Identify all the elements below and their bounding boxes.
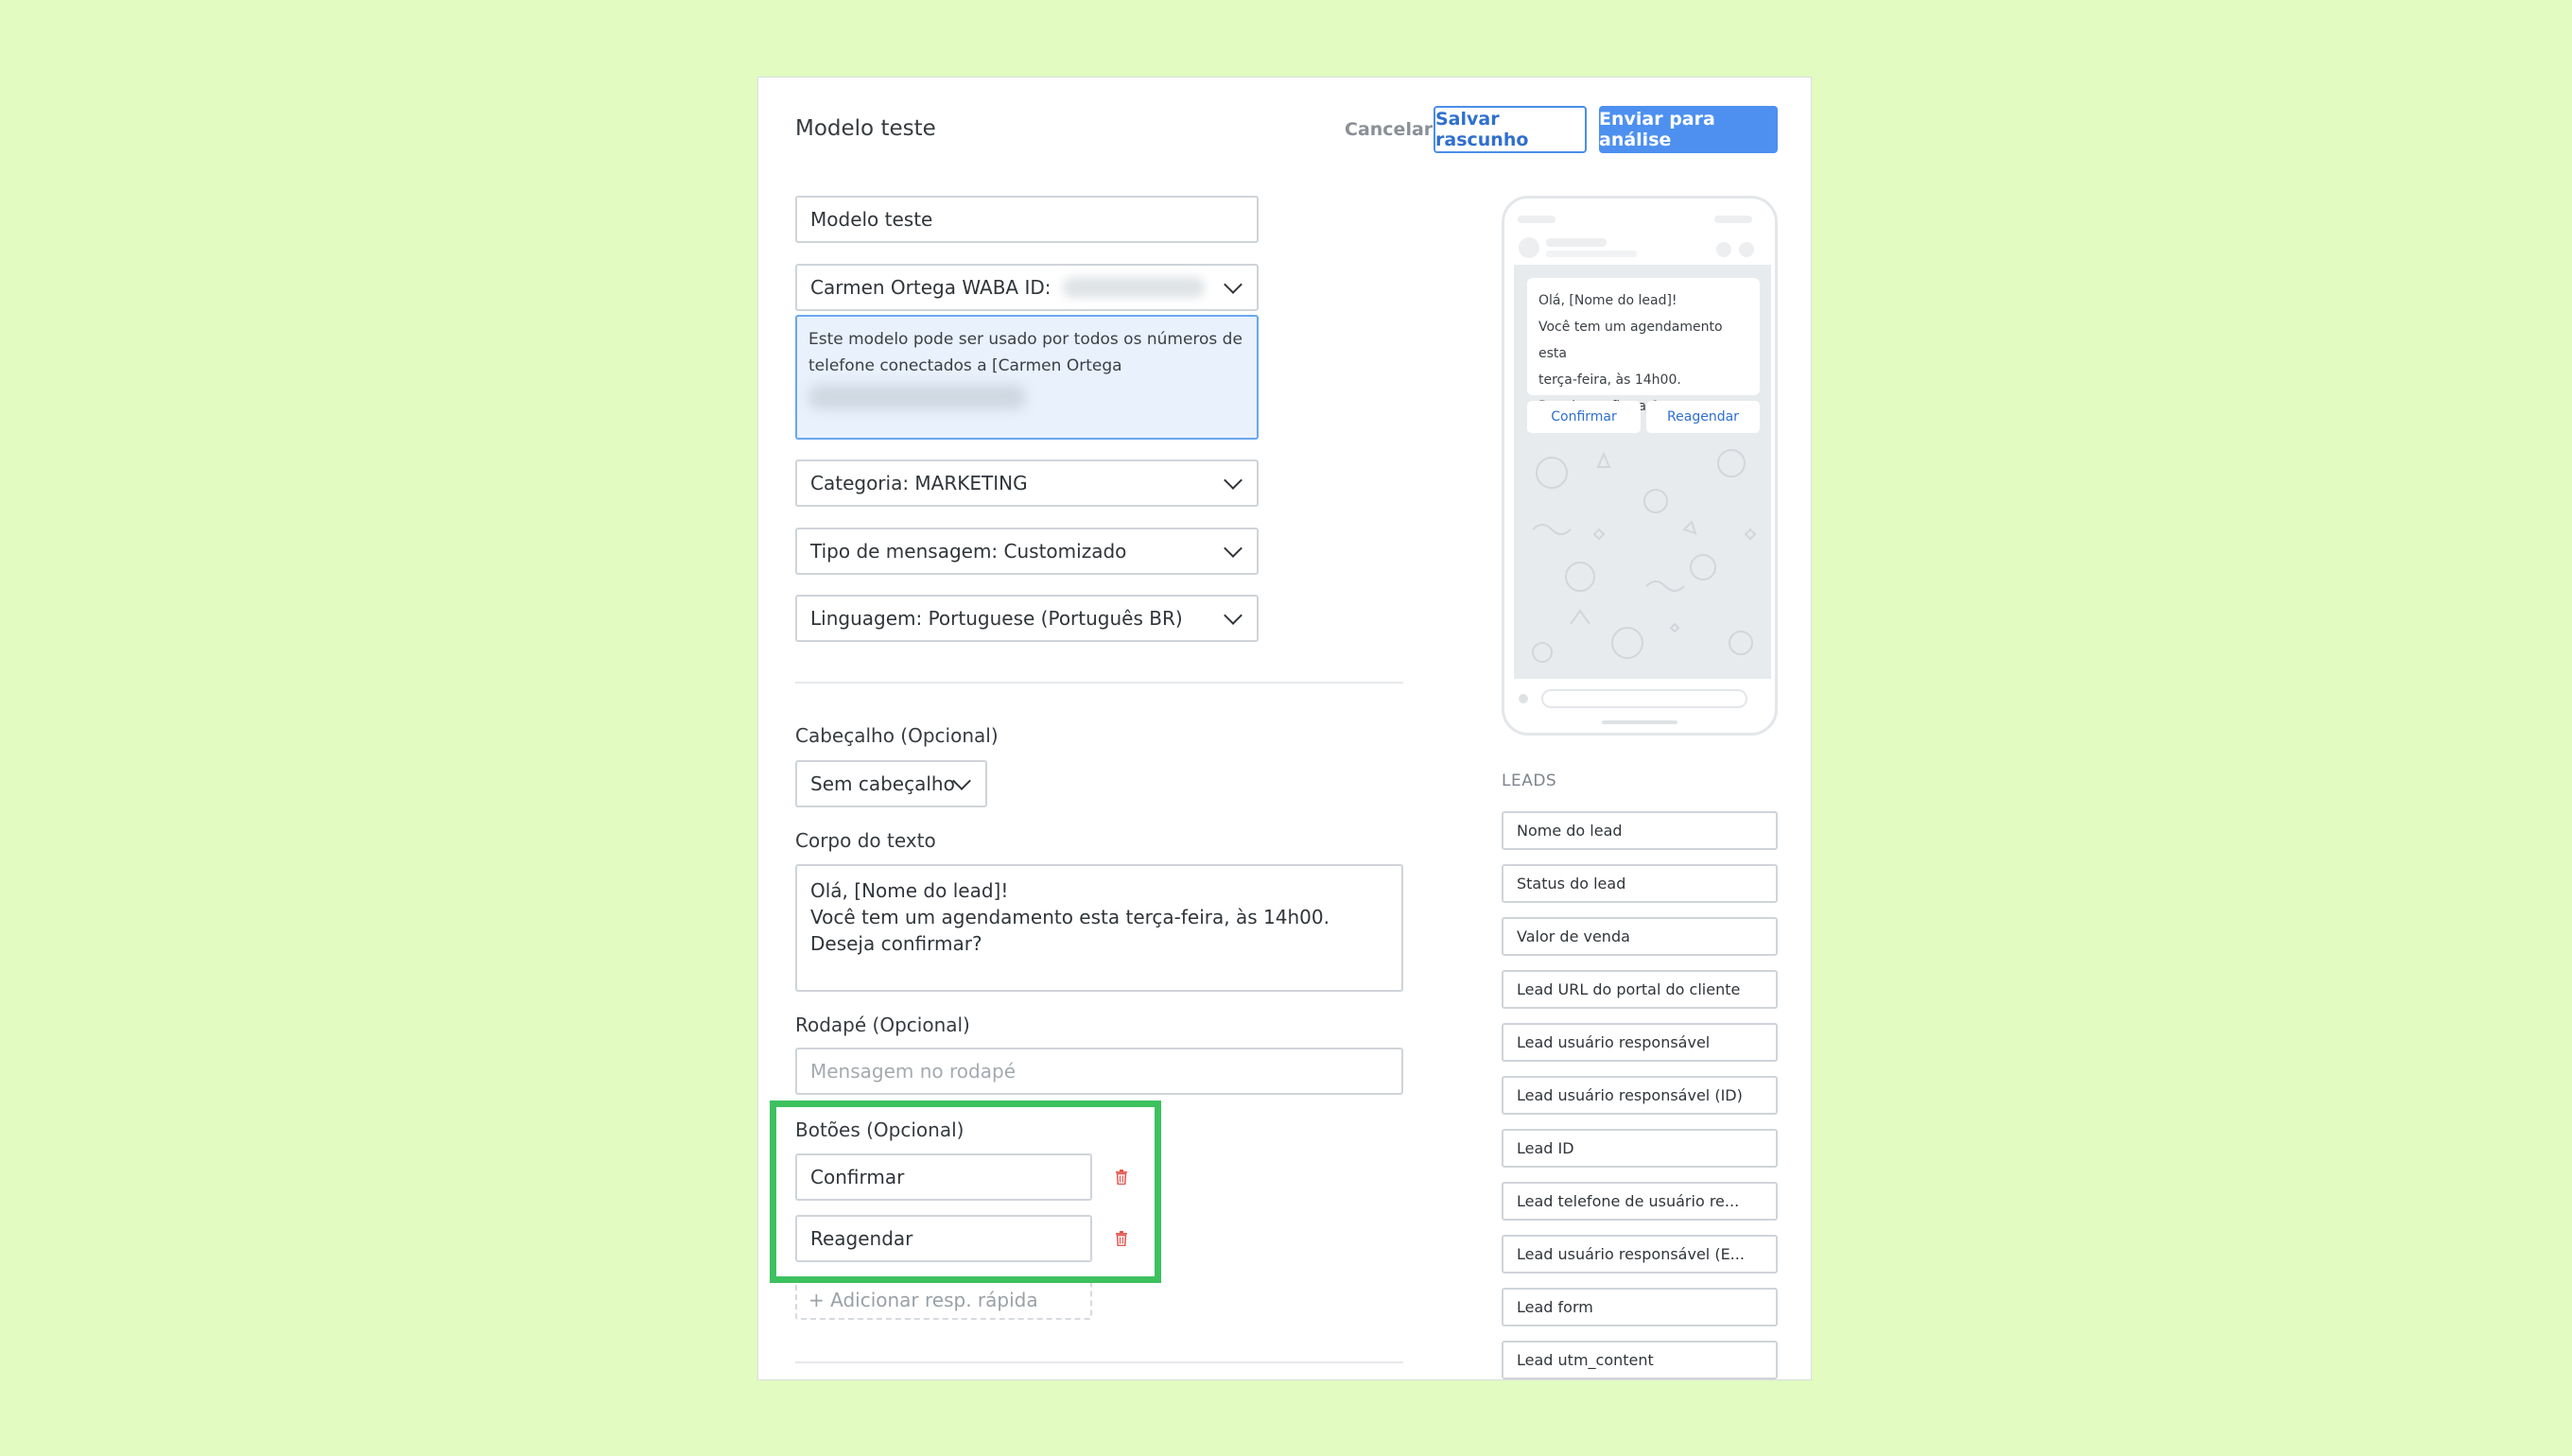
lead-field-item[interactable]: Lead URL do portal do cliente [1502, 970, 1778, 1009]
body-line: Olá, [Nome do lead]! [810, 879, 1009, 902]
body-textarea[interactable]: Olá, [Nome do lead]! Você tem um agendam… [795, 864, 1403, 992]
chevron-down-icon [1224, 471, 1243, 490]
header-section-label: Cabeçalho (Opcional) [795, 724, 999, 747]
lead-field-item[interactable]: Lead form [1502, 1288, 1778, 1326]
redacted-waba-id [1062, 277, 1205, 298]
submit-for-review-button[interactable]: Enviar para análise [1599, 106, 1778, 153]
lead-field-item[interactable]: Lead usuário responsável (E... [1502, 1235, 1778, 1274]
message-bubble: Olá, [Nome do lead]! Você tem um agendam… [1527, 278, 1760, 414]
message-type-select[interactable]: Tipo de mensagem: Customizado [795, 528, 1259, 575]
redacted-info [808, 385, 1026, 409]
body-section-label: Corpo do texto [795, 829, 936, 852]
category-value: Categoria: MARKETING [810, 472, 1028, 494]
preview-line: Olá, [Nome do lead]! [1538, 293, 1677, 308]
leads-section-title: LEADS [1502, 771, 1557, 790]
footer-section-label: Rodapé (Opcional) [795, 1014, 970, 1036]
section-divider [795, 682, 1403, 684]
chevron-down-icon [1224, 539, 1243, 558]
preview-line: terça-feira, às 14h00. [1538, 373, 1681, 388]
lead-field-item[interactable]: Lead utm_content [1502, 1341, 1778, 1379]
lead-field-item[interactable]: Nome do lead [1502, 811, 1778, 850]
add-quick-reply-button[interactable]: + Adicionar resp. rápida [795, 1280, 1092, 1320]
phone-status-bar [1518, 216, 1754, 258]
section-divider [795, 1361, 1403, 1363]
account-info-text: Este modelo pode ser usado por todos os … [808, 330, 1243, 375]
lead-field-item[interactable]: Lead usuário responsável [1502, 1023, 1778, 1062]
lead-field-item[interactable]: Valor de venda [1502, 917, 1778, 956]
lead-field-item[interactable]: Lead telefone de usuário re... [1502, 1182, 1778, 1221]
buttons-highlight-box [770, 1101, 1161, 1283]
account-select[interactable]: Carmen Ortega WABA ID: [795, 264, 1259, 311]
lead-field-item[interactable]: Lead usuário responsável (ID) [1502, 1076, 1778, 1115]
account-info-box: Este modelo pode ser usado por todos os … [795, 315, 1259, 440]
page-title: Modelo teste [795, 116, 936, 141]
preview-button-confirmar[interactable]: Confirmar [1527, 401, 1641, 433]
account-select-label: Carmen Ortega WABA ID: [810, 276, 1051, 299]
template-name-value: Modelo teste [810, 208, 933, 231]
chevron-down-icon [952, 771, 971, 790]
footer-input[interactable]: Mensagem no rodapé [795, 1048, 1403, 1095]
phone-preview: Olá, [Nome do lead]! Você tem um agendam… [1502, 196, 1778, 736]
save-draft-button[interactable]: Salvar rascunho [1434, 106, 1587, 153]
language-select[interactable]: Linguagem: Portuguese (Português BR) [795, 595, 1259, 642]
cancel-button[interactable]: Cancelar [1345, 119, 1433, 140]
chevron-down-icon [1224, 606, 1243, 625]
preview-button-reagendar[interactable]: Reagendar [1646, 401, 1760, 433]
category-select[interactable]: Categoria: MARKETING [795, 459, 1259, 507]
lead-field-item[interactable]: Status do lead [1502, 864, 1778, 903]
header-type-value: Sem cabeçalho [810, 772, 955, 795]
body-line: Deseja confirmar? [810, 932, 982, 955]
add-quick-reply-label: + Adicionar resp. rápida [808, 1289, 1038, 1311]
language-value: Linguagem: Portuguese (Português BR) [810, 607, 1183, 630]
chat-area: Olá, [Nome do lead]! Você tem um agendam… [1514, 265, 1771, 679]
chat-wallpaper [1532, 449, 1757, 663]
template-name-input[interactable]: Modelo teste [795, 196, 1259, 243]
header-type-select[interactable]: Sem cabeçalho [795, 760, 987, 807]
preview-line: Você tem um agendamento esta [1538, 320, 1723, 361]
message-type-value: Tipo de mensagem: Customizado [810, 540, 1127, 563]
phone-input-bar [1519, 689, 1747, 724]
body-line: Você tem um agendamento esta terça-feira… [810, 906, 1329, 928]
lead-field-item[interactable]: Lead ID [1502, 1129, 1778, 1168]
chevron-down-icon [1224, 275, 1243, 294]
footer-placeholder: Mensagem no rodapé [810, 1060, 1016, 1083]
